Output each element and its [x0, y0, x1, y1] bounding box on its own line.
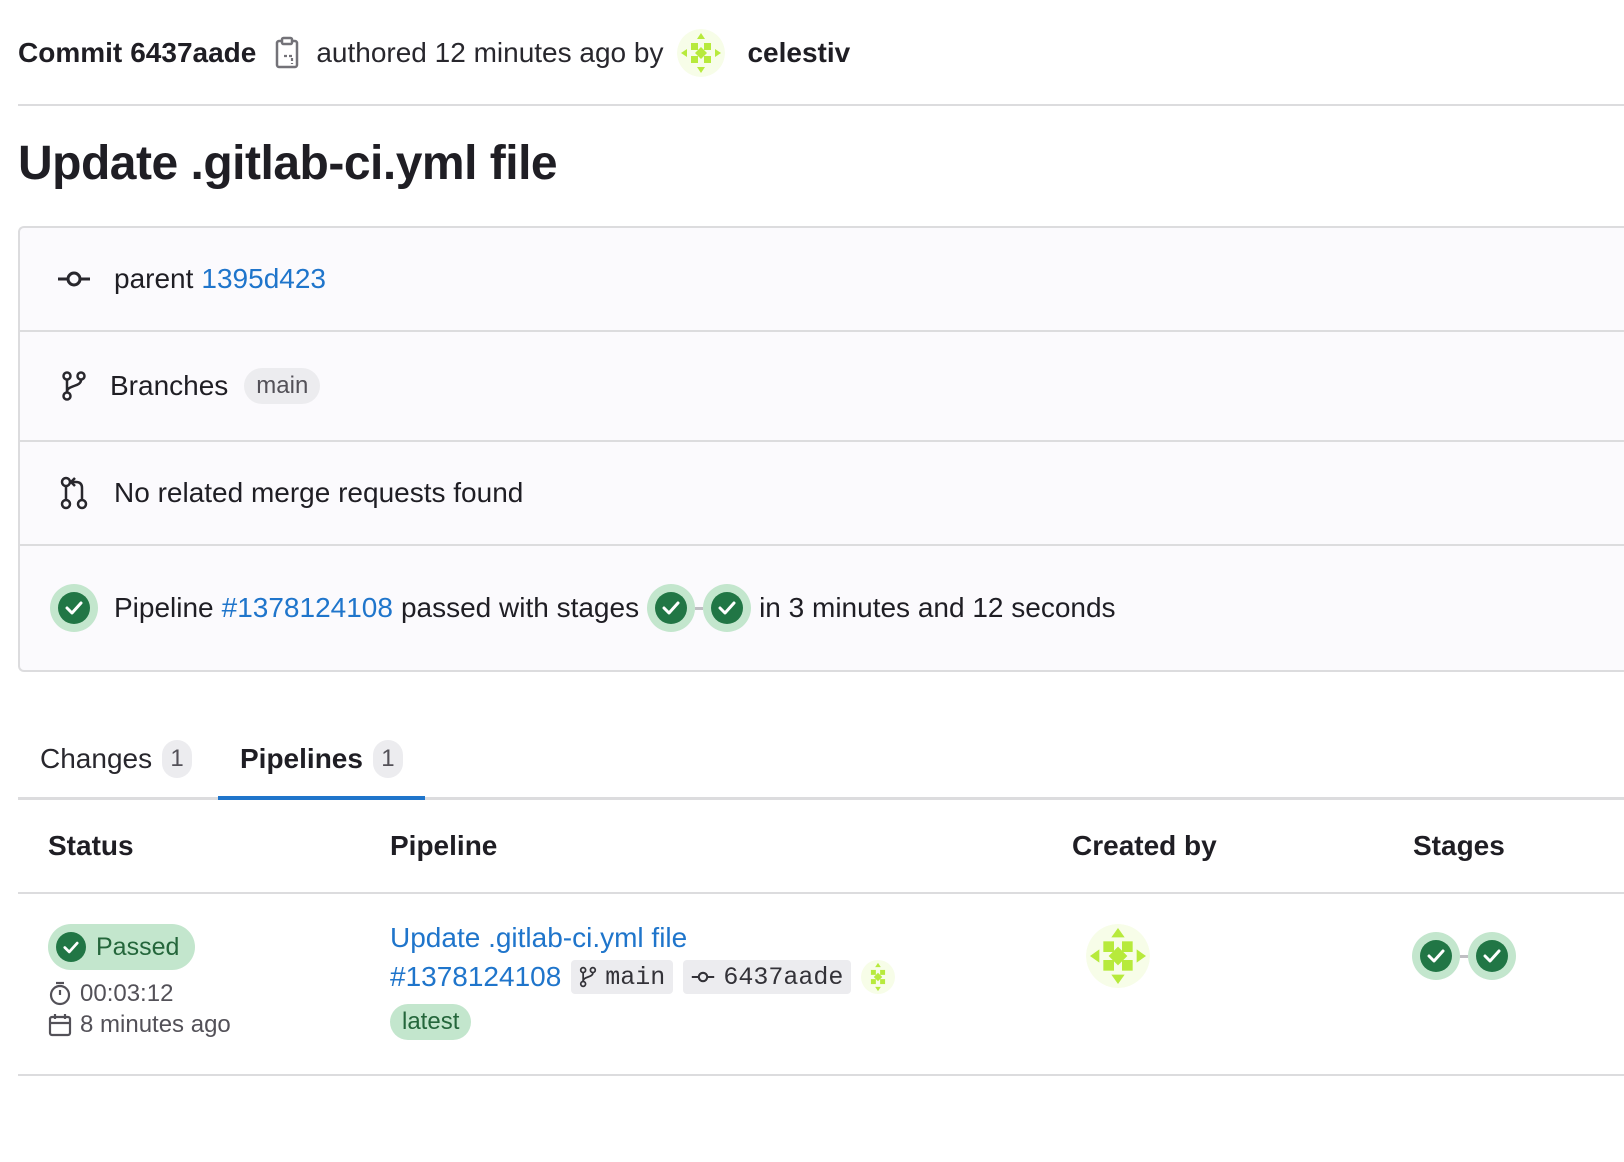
pipeline-duration-text: in 3 minutes and 12 seconds	[759, 592, 1116, 623]
creator-avatar[interactable]	[1086, 924, 1150, 988]
pipeline-stages	[647, 584, 752, 632]
tab-pipelines-count: 1	[372, 739, 403, 778]
authored-text: authored 12 minutes ago by	[316, 37, 664, 68]
author-name-link[interactable]: celestiv	[747, 37, 850, 69]
commit-icon	[56, 261, 92, 297]
commit-ref-label: 6437aade	[723, 962, 844, 992]
column-header-created-by: Created by	[1072, 830, 1217, 861]
stage-connector	[1460, 954, 1468, 958]
branch-icon	[580, 966, 597, 988]
latest-badge: latest	[390, 1004, 472, 1040]
stage-2-status-icon[interactable]	[703, 584, 752, 632]
branch-pill-main[interactable]: main	[244, 368, 321, 404]
tab-changes-label: Changes	[40, 742, 153, 774]
stages-cell	[1412, 932, 1516, 980]
check-circle-icon	[56, 932, 86, 962]
duration-value: 00:03:12	[80, 980, 174, 1007]
commit-header: Commit 6437aade authored 12 minutes ago …	[18, 28, 1624, 78]
merge-request-row: No related merge requests found	[20, 442, 1624, 546]
parent-sha-link[interactable]: 1395d423	[201, 263, 326, 295]
branch-icon	[56, 368, 92, 404]
commit-info-box: parent 1395d423 Branches main No related…	[18, 226, 1624, 672]
mr-text: No related merge requests found	[114, 477, 524, 508]
pipeline-id-link[interactable]: #1378124108	[390, 961, 561, 993]
branches-row: Branches main	[20, 332, 1624, 442]
copy-sha-button[interactable]	[272, 33, 302, 73]
tab-pipelines-label: Pipelines	[240, 742, 363, 774]
pipeline-ref-line: #1378124108 main 6437aade	[390, 960, 896, 994]
finished-value: 8 minutes ago	[80, 1011, 231, 1038]
pipeline-title-link[interactable]: Update .gitlab-ci.yml file	[390, 922, 687, 954]
commit-tabs: Changes 1 Pipelines 1	[18, 720, 1624, 800]
clipboard-icon	[276, 36, 299, 69]
commit-label: Commit	[18, 37, 123, 68]
pipeline-row: Pipeline #1378124108 passed with stages …	[20, 546, 1624, 670]
author-avatar[interactable]	[677, 29, 726, 77]
pipeline-id-link[interactable]: #1378124108	[222, 592, 393, 624]
timer-icon	[49, 981, 71, 1006]
calendar-icon	[48, 1014, 72, 1037]
parent-row: parent 1395d423	[20, 228, 1624, 332]
table-row: Passed 00:03:12 8 minutes ago Update .gi…	[18, 894, 1624, 1076]
branches-label: Branches	[110, 370, 229, 401]
stage-connector	[695, 606, 704, 610]
duration-line: 00:03:12	[48, 980, 173, 1008]
parent-label: parent	[114, 263, 194, 294]
tab-changes-count: 1	[162, 739, 193, 778]
commit-title: Update .gitlab-ci.yml file	[18, 137, 558, 190]
commit-icon	[692, 971, 715, 983]
tab-pipelines[interactable]: Pipelines 1	[218, 720, 425, 800]
pipelines-table-header: Status Pipeline Created by Stages	[18, 800, 1624, 894]
status-label: Passed	[96, 932, 180, 961]
stage-1-status-icon[interactable]	[647, 584, 696, 632]
tab-changes[interactable]: Changes 1	[40, 720, 193, 797]
pipeline-mid-text: passed with stages	[400, 592, 640, 623]
stage-1-status-icon[interactable]	[1412, 932, 1460, 980]
column-header-stages: Stages	[1413, 830, 1505, 861]
column-header-pipeline: Pipeline	[390, 830, 498, 861]
pipeline-status-icon[interactable]	[50, 584, 98, 632]
pipeline-prefix: Pipeline	[114, 592, 214, 623]
column-header-status: Status	[48, 830, 134, 861]
branch-ref-label: main	[605, 962, 666, 992]
stage-2-status-icon[interactable]	[1468, 932, 1516, 980]
user-avatar-small[interactable]	[861, 960, 896, 994]
merge-request-icon	[56, 475, 92, 511]
commit-ref-pill[interactable]: 6437aade	[683, 960, 852, 994]
branch-ref-pill[interactable]: main	[571, 960, 674, 994]
commit-sha: 6437aade	[130, 37, 257, 68]
header-divider	[18, 104, 1624, 106]
finished-line: 8 minutes ago	[48, 1011, 231, 1039]
status-badge[interactable]: Passed	[48, 924, 196, 970]
